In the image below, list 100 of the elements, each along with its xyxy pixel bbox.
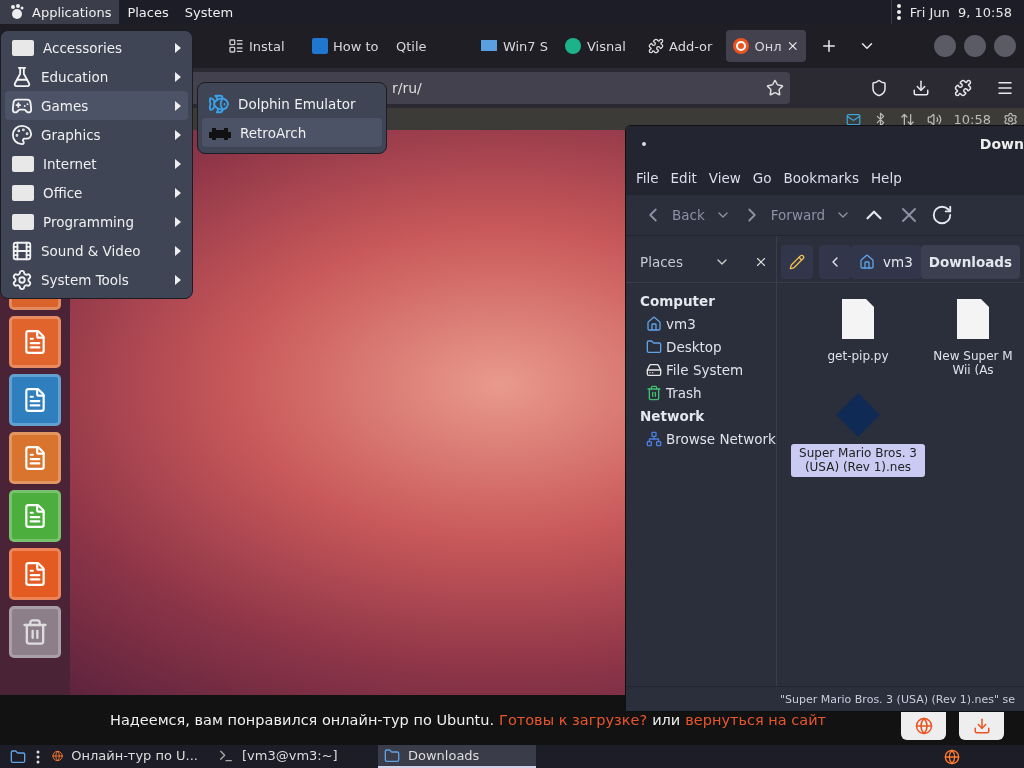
footprint-icon bbox=[8, 3, 26, 21]
sidebar-item[interactable]: File System bbox=[640, 358, 776, 381]
gear-icon bbox=[11, 268, 33, 291]
browser-tab[interactable]: Add-or bbox=[642, 30, 722, 62]
browser-tab[interactable]: Qtile bbox=[390, 30, 470, 62]
panel-menu[interactable]: Places bbox=[119, 0, 177, 24]
download-link[interactable]: Готовы к загрузке? bbox=[499, 712, 648, 728]
forward-button[interactable]: Forward bbox=[736, 202, 830, 228]
panel-menu[interactable]: System bbox=[176, 0, 242, 24]
file-name[interactable]: New Super M Wii (As bbox=[930, 347, 1016, 380]
close-button[interactable] bbox=[994, 35, 1016, 57]
app-launcher-icon[interactable] bbox=[9, 374, 61, 426]
window-menu-dot[interactable] bbox=[642, 142, 646, 146]
back-to-site-link[interactable]: вернуться на сайт bbox=[685, 712, 827, 728]
submenu-arrow-icon bbox=[174, 157, 182, 170]
edit-location-button[interactable] bbox=[781, 245, 813, 279]
folder-icon bbox=[384, 747, 400, 764]
film-icon bbox=[11, 239, 33, 262]
menu-item[interactable]: Edit bbox=[664, 170, 703, 186]
menu-item[interactable]: Sound & Video bbox=[5, 236, 188, 265]
menu-item[interactable]: RetroArch bbox=[202, 118, 382, 147]
submenu-arrow-icon bbox=[174, 128, 182, 141]
globe-icon bbox=[944, 748, 960, 765]
panel-menu[interactable]: Applications bbox=[0, 0, 120, 24]
menu-item[interactable]: Go bbox=[746, 170, 778, 186]
minimize-button[interactable] bbox=[934, 35, 956, 57]
places-dropdown[interactable]: Places bbox=[640, 254, 708, 270]
document-icon bbox=[840, 297, 876, 341]
alien-icon bbox=[208, 125, 232, 140]
file-name[interactable]: Super Mario Bros. 3 (USA) (Rev 1).nes bbox=[791, 444, 925, 477]
browser-tab[interactable]: Instal bbox=[222, 30, 302, 62]
home-folder-icon bbox=[859, 254, 875, 270]
download-icon bbox=[912, 79, 930, 97]
sidebar-item[interactable]: Trash bbox=[640, 381, 776, 404]
menu-item[interactable]: Help bbox=[864, 170, 908, 186]
menu-item[interactable]: View bbox=[702, 170, 747, 186]
download-icon bbox=[972, 717, 991, 735]
ubuntu-button[interactable] bbox=[901, 712, 946, 740]
sidebar-item[interactable]: Desktop bbox=[640, 335, 776, 358]
circle-icon bbox=[564, 37, 582, 55]
square-icon bbox=[312, 38, 328, 54]
menu-item[interactable]: System Tools bbox=[5, 265, 188, 294]
menu-item[interactable]: Education bbox=[5, 62, 188, 91]
taskbar-item[interactable]: Downloads bbox=[378, 745, 536, 768]
home-folder-icon bbox=[646, 315, 662, 332]
submenu-arrow-icon bbox=[174, 244, 182, 257]
globe-icon bbox=[914, 717, 933, 735]
menu-item[interactable]: Programming bbox=[5, 207, 188, 236]
submenu-arrow-icon bbox=[174, 215, 182, 228]
browser-tab[interactable]: Онл bbox=[726, 30, 806, 62]
submenu-arrow-icon bbox=[174, 99, 182, 112]
trash-icon bbox=[646, 384, 662, 401]
menu-item[interactable]: Internet bbox=[5, 149, 188, 178]
submenu-arrow-icon bbox=[174, 273, 182, 286]
ring-logo-icon bbox=[732, 37, 750, 55]
sidebar-item[interactable]: Browse Network bbox=[640, 427, 776, 450]
app-launcher-icon[interactable] bbox=[9, 490, 61, 542]
vertical-dots-icon[interactable] bbox=[895, 3, 902, 21]
close-icon[interactable] bbox=[754, 255, 768, 269]
taskbar-item[interactable]: [vm3@vm3:~] bbox=[212, 745, 370, 768]
menu-item[interactable]: File bbox=[630, 170, 665, 186]
blank-page-icon bbox=[11, 211, 35, 232]
close-icon[interactable] bbox=[786, 39, 800, 53]
fish-icon bbox=[208, 92, 230, 115]
menu-item[interactable]: Office bbox=[5, 178, 188, 207]
list-icon bbox=[228, 38, 244, 54]
network-icon bbox=[646, 430, 662, 447]
browser-tab[interactable]: Win7 S bbox=[474, 30, 554, 62]
maximize-button[interactable] bbox=[964, 35, 986, 57]
flask-icon bbox=[11, 65, 33, 88]
path-scroll-button[interactable] bbox=[819, 245, 851, 279]
app-launcher-icon[interactable] bbox=[9, 606, 61, 658]
folder-icon bbox=[10, 748, 26, 765]
star-icon[interactable] bbox=[766, 79, 784, 97]
taskbar-item[interactable]: Онлайн-тур по U... bbox=[46, 745, 204, 768]
document-icon bbox=[955, 297, 991, 341]
back-button[interactable]: Back bbox=[638, 202, 709, 228]
caption-text: Надеемся, вам понравился онлайн-тур по Ubuntu. bbox=[110, 712, 495, 728]
pencil-icon bbox=[789, 254, 805, 270]
puzzle-icon bbox=[954, 79, 972, 97]
sidebar-item[interactable]: vm3 bbox=[640, 312, 776, 335]
blank-page-icon bbox=[11, 37, 35, 58]
app-launcher-icon[interactable] bbox=[9, 432, 61, 484]
submenu-arrow-icon bbox=[174, 186, 182, 199]
app-launcher-icon[interactable] bbox=[9, 548, 61, 600]
browser-tab[interactable]: How to bbox=[306, 30, 386, 62]
diamond-file-icon bbox=[835, 392, 881, 438]
file-name[interactable]: get-pip.py bbox=[824, 347, 892, 366]
menu-item[interactable]: Graphics bbox=[5, 120, 188, 149]
menu-item[interactable]: Accessories bbox=[5, 33, 188, 62]
drive-icon bbox=[646, 361, 662, 378]
path-button[interactable]: Downloads bbox=[920, 245, 1020, 279]
network-icon bbox=[899, 111, 915, 127]
sidebar-heading: Network bbox=[640, 406, 706, 426]
browser-tab[interactable]: Visnal bbox=[558, 30, 638, 62]
menu-item[interactable]: Games bbox=[5, 91, 188, 120]
app-launcher-icon[interactable] bbox=[9, 316, 61, 368]
menu-item[interactable]: Bookmarks bbox=[777, 170, 865, 186]
path-button[interactable]: vm3 bbox=[851, 245, 921, 279]
palette-icon bbox=[11, 123, 33, 146]
